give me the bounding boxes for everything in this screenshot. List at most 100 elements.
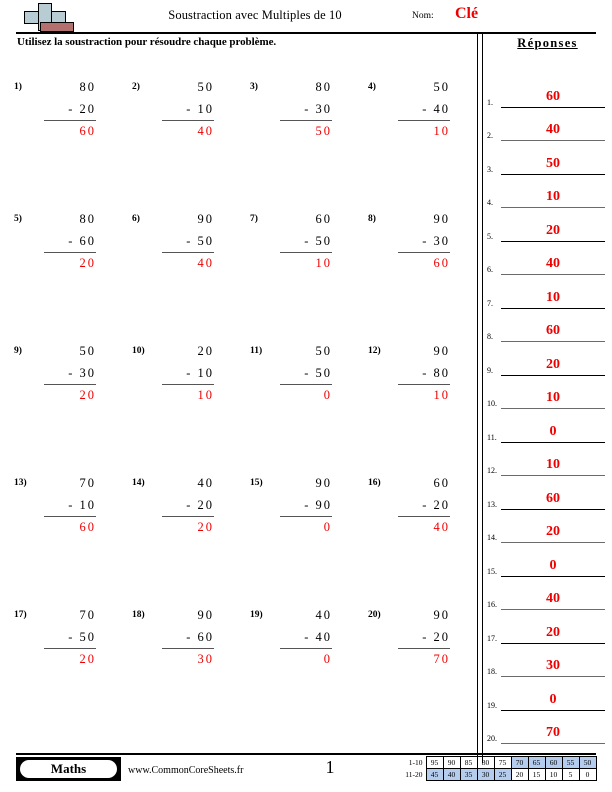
answer-number: 18. [487,667,497,676]
minuend: 40 [197,476,214,490]
answer-number: 11. [487,432,497,442]
answer-value: 10 [546,289,560,305]
problem-18: 18) 90 - 60 30 [118,604,230,674]
problem-stack: 60 - 50 10 [276,208,334,274]
subtrahend: - 10 [186,102,214,116]
problem-16: 16) 60 - 20 40 [354,472,466,542]
answer-number: 4. [487,198,493,207]
answer-number: 1. [487,97,493,107]
answer-number: 15. [487,566,497,576]
problem-stack: 20 - 10 10 [158,340,216,406]
problem-15: 15) 90 - 90 0 [236,472,348,542]
problem-number-label: 5) [14,214,22,224]
problem-stack: 40 - 40 0 [276,604,334,670]
problem-answer: 60 [79,124,96,138]
problem-3: 3) 80 - 30 50 [236,76,348,146]
subtrahend: - 30 [68,366,96,380]
problem-6: 6) 90 - 50 40 [118,208,230,278]
subtrahend: - 20 [422,630,450,644]
problem-number-label: 3) [250,82,258,92]
problem-8: 8) 90 - 30 60 [354,208,466,278]
minuend: 50 [315,344,332,358]
page-header: Soustraction avec Multiples de 10 Nom: C… [0,0,612,33]
problem-answer: 60 [433,256,450,270]
answer-number: 17. [487,633,497,643]
subtrahend: - 10 [186,366,214,380]
problem-stack: 90 - 20 70 [394,604,452,670]
subtrahend: - 60 [68,234,96,248]
problem-14: 14) 40 - 20 20 [118,472,230,542]
problem-number-label: 4) [368,82,376,92]
column-divider-outer [477,33,478,763]
subject-badge: Maths [16,757,121,781]
problem-number-label: 17) [14,610,27,620]
answer-number: 20. [487,734,497,743]
answer-blank-line [501,743,605,744]
name-value: Clé [455,5,479,22]
problem-stack: 50 - 10 40 [158,76,216,142]
name-label: Nom: [412,11,434,21]
problem-stack: 60 - 20 40 [394,472,452,538]
problem-number-label: 7) [250,214,258,224]
problem-stack: 70 - 50 20 [40,604,98,670]
subtrahend: - 90 [304,498,332,512]
score-cell: 15 [527,768,546,781]
problem-answer: 0 [323,520,332,534]
problem-20: 20) 90 - 20 70 [354,604,466,674]
minuend: 70 [79,476,96,490]
score-cell: 30 [476,768,495,781]
problem-number-label: 8) [368,214,376,224]
problem-row: 9) 50 - 30 20 10) 20 - 10 10 11) 50 - 50 0 12) 90 - 80… [0,340,470,472]
score-cell: 10 [544,768,563,781]
minuend: 20 [197,344,214,358]
problem-stack: 50 - 40 10 [394,76,452,142]
answer-value: 20 [546,222,560,238]
subtrahend: - 10 [68,498,96,512]
subtrahend: - 30 [422,234,450,248]
minuend: 50 [79,344,96,358]
problem-number-label: 6) [132,214,140,224]
problem-number-label: 12) [368,346,381,356]
score-cell: 0 [578,768,597,781]
answer-number: 2. [487,131,493,140]
minuend: 90 [433,344,450,358]
answer-row: 6. 40 [487,242,607,275]
problem-answer: 70 [433,652,450,666]
subject-badge-label: Maths [20,760,117,778]
problem-stack: 50 - 50 0 [276,340,334,406]
minuend: 60 [433,476,450,490]
answer-row: 13. 60 [487,476,607,510]
problem-answer: 40 [433,520,450,534]
answer-value: 60 [546,323,560,338]
problems-grid: 1) 80 - 20 60 2) 50 - 10 40 3) 80 - 30 50 4) 50 - 40 10… [0,76,470,736]
minuend: 40 [315,608,332,622]
problem-number-label: 13) [14,478,27,488]
minuend: 90 [197,212,214,226]
answer-value: 40 [546,122,560,137]
answer-row: 16. 40 [487,577,607,610]
page-number: 1 [325,757,335,777]
answer-number: 8. [487,332,493,341]
answer-row: 20. 70 [487,711,607,744]
minuend: 80 [315,80,332,94]
problem-stack: 90 - 60 30 [158,604,216,670]
answer-value: 70 [546,725,560,740]
problem-number-label: 9) [14,346,22,356]
answer-value: 30 [546,658,560,673]
answer-row: 12. 10 [487,443,607,476]
score-table-row: 11-20 45 40 35 30 25 20 15 10 5 0 [400,768,597,781]
answer-value: 40 [546,256,560,271]
problem-17: 17) 70 - 50 20 [0,604,112,674]
problem-answer: 10 [315,256,332,270]
problem-7: 7) 60 - 50 10 [236,208,348,278]
problem-9: 9) 50 - 30 20 [0,340,112,410]
score-cell: 60 [544,756,563,769]
answer-row: 10. 10 [487,376,607,409]
problem-stack: 40 - 20 20 [158,472,216,538]
subtrahend: - 20 [186,498,214,512]
answer-number: 7. [487,298,493,308]
answer-row: 14. 20 [487,510,607,543]
problem-4: 4) 50 - 40 10 [354,76,466,146]
answer-number: 6. [487,265,493,274]
problem-stack: 90 - 50 40 [158,208,216,274]
